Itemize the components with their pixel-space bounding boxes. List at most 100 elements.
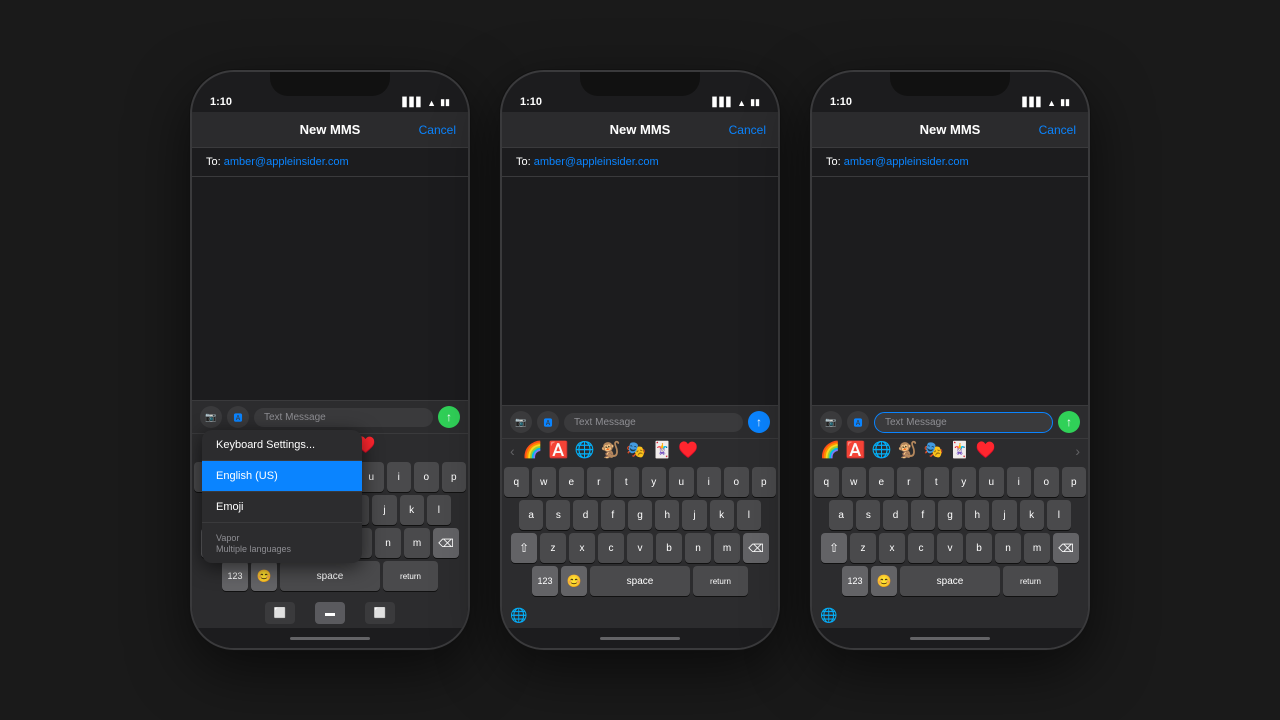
k3-v[interactable]: v bbox=[937, 533, 963, 563]
k2-u[interactable]: u bbox=[669, 467, 694, 497]
k2-i[interactable]: i bbox=[697, 467, 722, 497]
key-emoji[interactable]: 😊 bbox=[251, 561, 277, 591]
key-i[interactable]: i bbox=[387, 462, 412, 492]
emoji-item-2-1[interactable]: 🌈 bbox=[523, 443, 543, 459]
kb-normal-icon[interactable]: ▬ bbox=[315, 602, 345, 624]
k2-l[interactable]: l bbox=[737, 500, 761, 530]
k2-c[interactable]: c bbox=[598, 533, 624, 563]
k3-y[interactable]: y bbox=[952, 467, 977, 497]
k2-r[interactable]: r bbox=[587, 467, 612, 497]
emoji-item-3-4[interactable]: 🐒 bbox=[898, 443, 918, 459]
send-button-2[interactable] bbox=[748, 411, 770, 433]
emoji-item-3-6[interactable]: 🃏 bbox=[950, 443, 970, 459]
k3-f[interactable]: f bbox=[911, 500, 935, 530]
k3-z[interactable]: z bbox=[850, 533, 876, 563]
camera-icon-3[interactable] bbox=[820, 411, 842, 433]
k2-j[interactable]: j bbox=[682, 500, 706, 530]
emoji-item-2-5[interactable]: 🎭 bbox=[626, 443, 646, 459]
k2-e[interactable]: e bbox=[559, 467, 584, 497]
k2-space[interactable]: space bbox=[590, 566, 690, 596]
emoji-item-2-4[interactable]: 🐒 bbox=[600, 443, 620, 459]
globe-icon-3[interactable]: 🌐 bbox=[820, 607, 837, 624]
emoji-item-2-3[interactable]: 🌐 bbox=[575, 443, 595, 459]
cancel-button-3[interactable]: Cancel bbox=[1039, 123, 1076, 137]
message-input-2[interactable]: Text Message bbox=[564, 413, 743, 432]
kb-settings-item[interactable]: Keyboard Settings... bbox=[202, 430, 362, 461]
k2-shift[interactable]: ⇧ bbox=[511, 533, 537, 563]
apps-icon-2[interactable] bbox=[537, 411, 559, 433]
k3-x[interactable]: x bbox=[879, 533, 905, 563]
k2-delete[interactable]: ⌫ bbox=[743, 533, 769, 563]
cancel-button-1[interactable]: Cancel bbox=[419, 123, 456, 137]
k3-j[interactable]: j bbox=[992, 500, 1016, 530]
emoji-item-3-7[interactable]: ♥️ bbox=[976, 443, 996, 459]
k2-w[interactable]: w bbox=[532, 467, 557, 497]
k2-s[interactable]: s bbox=[546, 500, 570, 530]
k3-t[interactable]: t bbox=[924, 467, 949, 497]
k2-v[interactable]: v bbox=[627, 533, 653, 563]
key-p[interactable]: p bbox=[442, 462, 467, 492]
k3-o[interactable]: o bbox=[1034, 467, 1059, 497]
k2-b[interactable]: b bbox=[656, 533, 682, 563]
k3-u[interactable]: u bbox=[979, 467, 1004, 497]
k2-d[interactable]: d bbox=[573, 500, 597, 530]
k2-h[interactable]: h bbox=[655, 500, 679, 530]
k3-e[interactable]: e bbox=[869, 467, 894, 497]
key-j[interactable]: j bbox=[372, 495, 396, 525]
emoji-item-3-1[interactable]: 🌈 bbox=[820, 443, 840, 459]
send-button-1[interactable] bbox=[438, 406, 460, 428]
k3-num[interactable]: 123 bbox=[842, 566, 868, 596]
k2-return[interactable]: return bbox=[693, 566, 748, 596]
emoji-item-3-2[interactable]: 🅰️ bbox=[846, 443, 866, 459]
k3-space[interactable]: space bbox=[900, 566, 1000, 596]
camera-icon-2[interactable] bbox=[510, 411, 532, 433]
k3-l[interactable]: l bbox=[1047, 500, 1071, 530]
k2-q[interactable]: q bbox=[504, 467, 529, 497]
k2-a[interactable]: a bbox=[519, 500, 543, 530]
emoji-item-3-5[interactable]: 🎭 bbox=[924, 443, 944, 459]
k3-w[interactable]: w bbox=[842, 467, 867, 497]
apps-icon-1[interactable] bbox=[227, 406, 249, 428]
camera-icon-1[interactable] bbox=[200, 406, 222, 428]
key-o[interactable]: o bbox=[414, 462, 439, 492]
k3-delete[interactable]: ⌫ bbox=[1053, 533, 1079, 563]
key-num[interactable]: 123 bbox=[222, 561, 248, 591]
k3-g[interactable]: g bbox=[938, 500, 962, 530]
kb-split-left-icon[interactable]: ⬜ bbox=[265, 602, 295, 624]
emoji-item-2-7[interactable]: ♥️ bbox=[678, 443, 698, 459]
key-m[interactable]: m bbox=[404, 528, 430, 558]
k3-b[interactable]: b bbox=[966, 533, 992, 563]
key-n[interactable]: n bbox=[375, 528, 401, 558]
emoji-item-3-3[interactable]: 🌐 bbox=[872, 443, 892, 459]
emoji-item-2-2[interactable]: 🅰️ bbox=[549, 443, 569, 459]
k3-s[interactable]: s bbox=[856, 500, 880, 530]
k3-shift[interactable]: ⇧ bbox=[821, 533, 847, 563]
message-area-1[interactable] bbox=[192, 177, 468, 400]
keyboard-switcher-popup[interactable]: Keyboard Settings... English (US) Emoji … bbox=[202, 430, 362, 563]
k2-z[interactable]: z bbox=[540, 533, 566, 563]
k2-g[interactable]: g bbox=[628, 500, 652, 530]
message-area-3[interactable] bbox=[812, 177, 1088, 405]
emoji-item-2-6[interactable]: 🃏 bbox=[652, 443, 672, 459]
key-space[interactable]: space bbox=[280, 561, 380, 591]
globe-icon-2[interactable]: 🌐 bbox=[510, 607, 527, 624]
message-input-3[interactable]: Text Message bbox=[874, 412, 1053, 433]
cancel-button-2[interactable]: Cancel bbox=[729, 123, 766, 137]
k3-k[interactable]: k bbox=[1020, 500, 1044, 530]
key-delete[interactable]: ⌫ bbox=[433, 528, 459, 558]
k2-emoji[interactable]: 😊 bbox=[561, 566, 587, 596]
k2-o[interactable]: o bbox=[724, 467, 749, 497]
k3-h[interactable]: h bbox=[965, 500, 989, 530]
send-button-3[interactable] bbox=[1058, 411, 1080, 433]
k3-r[interactable]: r bbox=[897, 467, 922, 497]
key-return[interactable]: return bbox=[383, 561, 438, 591]
message-area-2[interactable] bbox=[502, 177, 778, 405]
k2-y[interactable]: y bbox=[642, 467, 667, 497]
k3-c[interactable]: c bbox=[908, 533, 934, 563]
k2-f[interactable]: f bbox=[601, 500, 625, 530]
k3-n[interactable]: n bbox=[995, 533, 1021, 563]
kb-split-right-icon[interactable]: ⬜ bbox=[365, 602, 395, 624]
k3-a[interactable]: a bbox=[829, 500, 853, 530]
k2-m[interactable]: m bbox=[714, 533, 740, 563]
key-l[interactable]: l bbox=[427, 495, 451, 525]
